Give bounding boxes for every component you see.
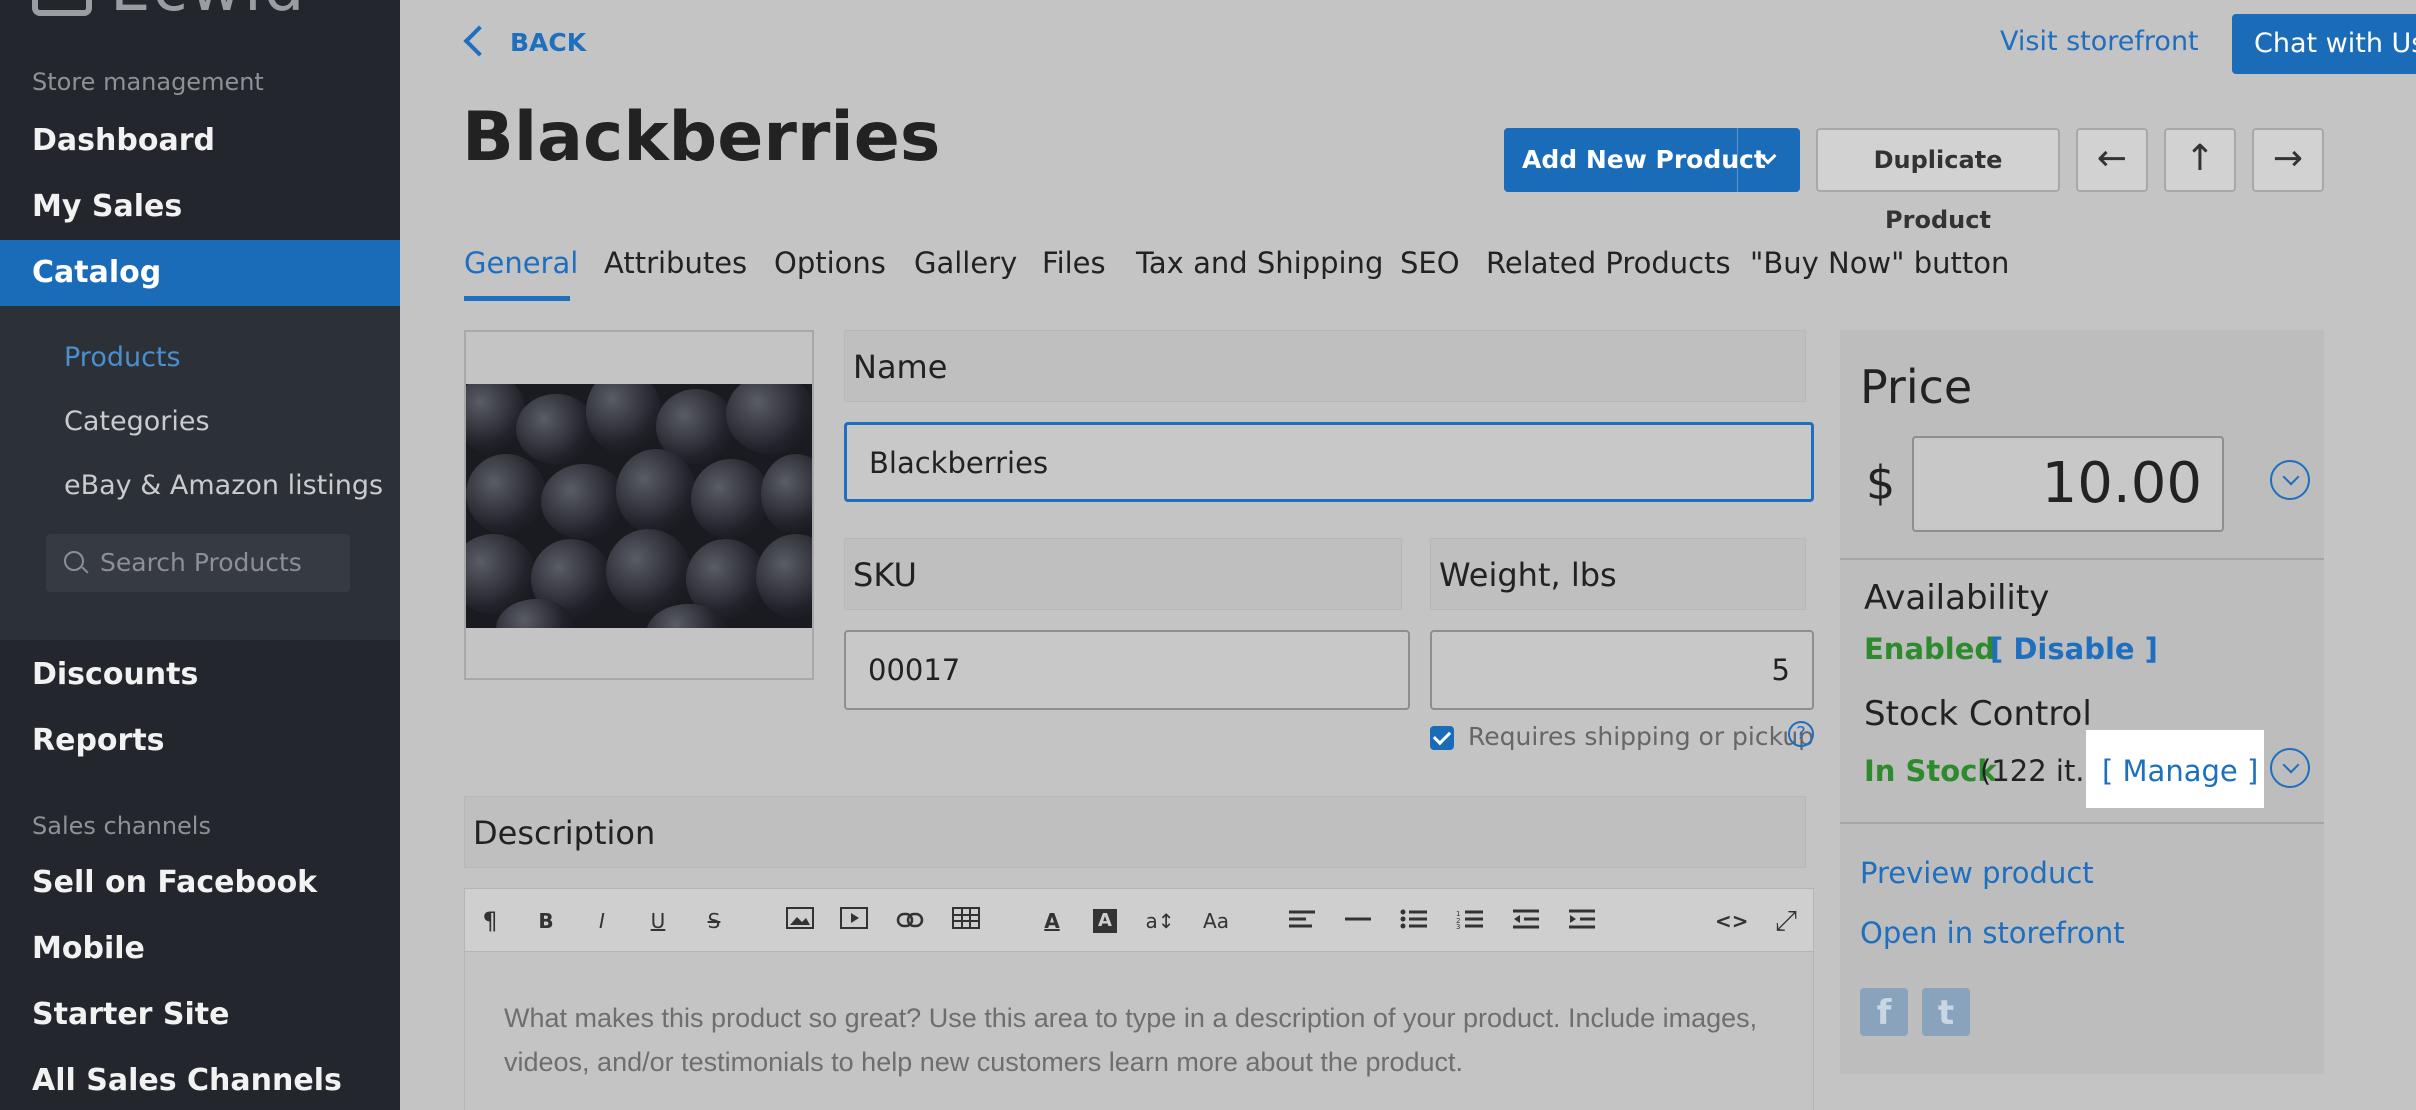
availability-status: Enabled	[1864, 632, 1996, 666]
tab-options[interactable]: Options	[774, 246, 886, 280]
sidebar-subitem-categories[interactable]: Categories	[64, 406, 210, 437]
stock-control-label: Stock Control	[1864, 694, 2092, 734]
tab-attributes[interactable]: Attributes	[604, 246, 747, 280]
twitter-share-icon[interactable]: t	[1922, 988, 1970, 1036]
price-expand-icon[interactable]	[2270, 460, 2310, 500]
horizontal-rule-icon[interactable]	[1343, 906, 1373, 936]
currency-symbol: $	[1866, 456, 1896, 510]
sidebar-item-discounts[interactable]: Discounts	[0, 642, 400, 708]
image-icon[interactable]	[785, 906, 815, 936]
requires-shipping-label[interactable]: Requires shipping or pickup	[1468, 722, 1814, 751]
add-new-product-button[interactable]: Add New Product	[1504, 128, 1800, 192]
logo-icon	[32, 0, 92, 16]
availability-label: Availability	[1864, 578, 2050, 618]
tab-files[interactable]: Files	[1042, 246, 1106, 280]
sku-input[interactable]: 00017	[844, 630, 1410, 710]
name-label: Name	[844, 330, 1806, 402]
weight-label: Weight, lbs	[1430, 538, 1806, 610]
text-color-icon[interactable]: A	[1037, 906, 1067, 936]
price-label: Price	[1860, 360, 1973, 414]
facebook-share-icon[interactable]: f	[1860, 988, 1908, 1036]
active-tab-indicator	[464, 296, 570, 301]
indent-icon[interactable]	[1567, 906, 1597, 936]
logo[interactable]: Ecwid	[110, 0, 306, 26]
visit-storefront-link[interactable]: Visit storefront	[2000, 26, 2199, 57]
sidebar-item-catalog[interactable]: Catalog	[0, 240, 400, 306]
align-icon[interactable]	[1287, 906, 1317, 936]
fullscreen-icon[interactable]: ⤢	[1771, 906, 1801, 936]
numbered-list-icon[interactable]: 123	[1455, 906, 1485, 936]
editor-toolbar: ¶ B I U S A A a↕ Aa 123 <> ⤢	[464, 888, 1814, 952]
product-image[interactable]	[466, 384, 812, 628]
section-store-management: Store management	[32, 68, 264, 96]
stock-status: In Stock	[1864, 754, 1997, 788]
font-size-icon[interactable]: a↕	[1145, 906, 1175, 936]
page-title: Blackberries	[462, 98, 941, 177]
name-input[interactable]: Blackberries	[844, 422, 1814, 502]
weight-input[interactable]: 5	[1430, 630, 1814, 710]
add-new-product-divider	[1737, 128, 1738, 192]
back-link[interactable]: BACK	[510, 28, 586, 57]
search-products-input[interactable]: Search Products	[46, 534, 350, 592]
panel-divider	[1840, 558, 2324, 560]
search-placeholder: Search Products	[100, 548, 302, 577]
background-color-icon[interactable]: A	[1093, 909, 1117, 933]
previous-product-button[interactable]: ←	[2076, 128, 2148, 192]
sidebar-subitem-products[interactable]: Products	[64, 342, 181, 373]
sidebar-item-all-sales-channels[interactable]: All Sales Channels	[0, 1048, 400, 1110]
disable-link[interactable]: [ Disable ]	[1990, 632, 2158, 666]
sidebar-item-my-sales[interactable]: My Sales	[0, 174, 400, 240]
tab-related-products[interactable]: Related Products	[1486, 246, 1731, 280]
paragraph-icon[interactable]: ¶	[475, 906, 505, 936]
search-icon	[64, 551, 84, 571]
stock-count: (122 it.)	[1980, 754, 2096, 788]
tab-tax-and-shipping[interactable]: Tax and Shipping	[1136, 246, 1383, 280]
bold-icon[interactable]: B	[531, 906, 561, 936]
bulleted-list-icon[interactable]	[1399, 906, 1429, 936]
price-input[interactable]: 10.00	[1912, 436, 2224, 532]
next-product-button[interactable]: →	[2252, 128, 2324, 192]
up-to-list-button[interactable]: ↑	[2164, 128, 2236, 192]
svg-text:3: 3	[1456, 923, 1460, 929]
outdent-icon[interactable]	[1511, 906, 1541, 936]
duplicate-product-button[interactable]: Duplicate Product	[1816, 128, 2060, 234]
sidebar-item-mobile[interactable]: Mobile	[0, 916, 400, 982]
description-placeholder[interactable]: What makes this product so great? Use th…	[504, 996, 1764, 1084]
help-icon[interactable]: ?	[1788, 721, 1814, 747]
requires-shipping-checkbox[interactable]	[1430, 726, 1454, 750]
open-in-storefront-link[interactable]: Open in storefront	[1860, 916, 2125, 950]
stock-expand-icon[interactable]	[2270, 748, 2310, 788]
font-family-icon[interactable]: Aa	[1201, 906, 1231, 936]
sidebar-item-reports[interactable]: Reports	[0, 708, 400, 774]
tab-seo[interactable]: SEO	[1400, 246, 1460, 280]
italic-icon[interactable]: I	[587, 906, 617, 936]
panel-divider	[1840, 822, 2324, 824]
sidebar: Ecwid Store management Dashboard My Sale…	[0, 0, 400, 1110]
tab-buy-now-button[interactable]: "Buy Now" button	[1750, 246, 2009, 280]
sku-label: SKU	[844, 538, 1402, 610]
sidebar-subitem-ebay-amazon[interactable]: eBay & Amazon listings	[64, 470, 383, 501]
table-icon[interactable]	[951, 906, 981, 936]
code-view-icon[interactable]: <>	[1715, 906, 1749, 936]
tab-general[interactable]: General	[464, 246, 578, 280]
sidebar-item-starter-site[interactable]: Starter Site	[0, 982, 400, 1048]
preview-product-link[interactable]: Preview product	[1860, 856, 2094, 890]
tab-gallery[interactable]: Gallery	[914, 246, 1017, 280]
section-sales-channels: Sales channels	[32, 812, 211, 840]
video-icon[interactable]	[839, 906, 869, 936]
description-label: Description	[464, 796, 1806, 868]
sidebar-item-sell-on-facebook[interactable]: Sell on Facebook	[0, 850, 400, 916]
strikethrough-icon[interactable]: S	[699, 906, 729, 936]
underline-icon[interactable]: U	[643, 906, 673, 936]
sidebar-item-dashboard[interactable]: Dashboard	[0, 108, 400, 174]
back-chevron-icon[interactable]	[463, 25, 495, 57]
manage-stock-link[interactable]: [ Manage ]	[2102, 754, 2258, 788]
link-icon[interactable]	[895, 906, 925, 936]
chat-button[interactable]: Chat with Us	[2232, 14, 2416, 74]
